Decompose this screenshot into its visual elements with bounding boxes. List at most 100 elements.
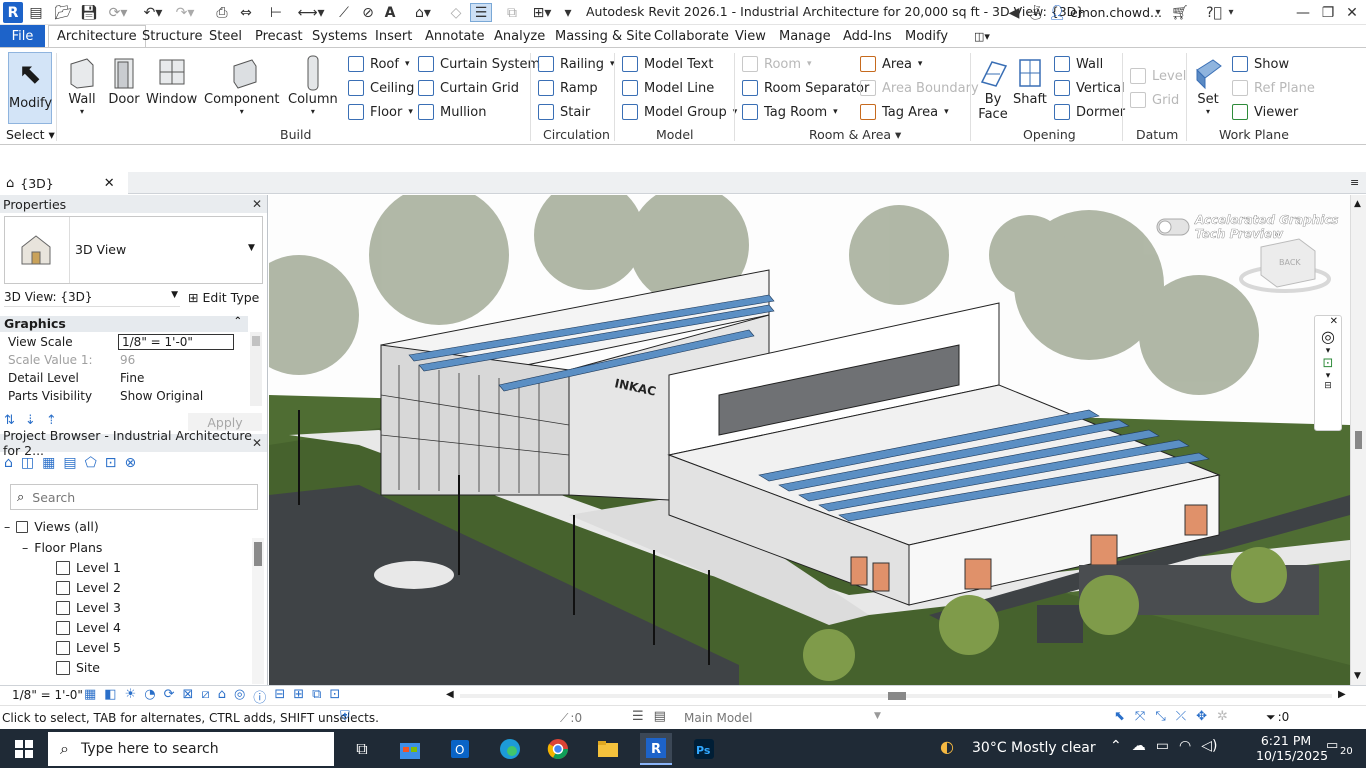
building-model-render[interactable]: INKAC Accelerated Graphics Tech Preview … [269, 195, 1350, 685]
select-links-icon[interactable]: ⬉ [1114, 709, 1125, 724]
text-icon[interactable]: A [380, 3, 400, 22]
edge-icon[interactable] [494, 733, 526, 765]
dormer-button[interactable]: Dormer [1054, 104, 1125, 120]
thin-lines-icon[interactable]: ☰ [470, 3, 492, 22]
modify-button[interactable]: ⬉ Modify [8, 52, 52, 124]
wall-opening-button[interactable]: Wall [1054, 56, 1103, 72]
revit-taskbar-icon[interactable]: R [640, 733, 672, 765]
ramp-button[interactable]: Ramp [538, 80, 598, 96]
tab-structure[interactable]: Structure [142, 25, 202, 47]
tab-file[interactable]: File [0, 25, 45, 47]
set-button[interactable]: Set ▾ [1192, 54, 1224, 116]
prev-icon[interactable]: ◀ [1008, 3, 1020, 22]
worksets-icon[interactable]: ⛨ [340, 709, 350, 724]
tree-level-4[interactable]: Level 4 [56, 620, 121, 635]
browser-group-icon[interactable]: ⊡ [105, 455, 117, 471]
mullion-button[interactable]: Mullion [418, 104, 486, 120]
worksharing-icon[interactable]: ⊞ [293, 687, 304, 706]
steering-wheel-icon[interactable]: ◎ [1315, 327, 1341, 346]
level-button[interactable]: Level [1130, 68, 1186, 84]
user-name[interactable]: emon.chowd... [1070, 5, 1162, 20]
curtain-grid-button[interactable]: Curtain Grid [418, 80, 519, 96]
ref-plane-button[interactable]: Ref Plane [1232, 80, 1315, 96]
wall-button[interactable]: Wall ▾ [66, 54, 98, 116]
detail-level-icon[interactable]: ▦ [84, 687, 96, 706]
room-separator-button[interactable]: Room Separator [742, 80, 869, 96]
switch-windows-icon[interactable]: ⊞▾ [528, 3, 556, 22]
aligned-dimension-icon[interactable]: ⟷▾ [297, 3, 324, 22]
qat-dropdown-icon[interactable]: ▾ [560, 3, 576, 22]
analytical-model-icon[interactable]: ⧉ [312, 687, 321, 706]
by-face-button[interactable]: By Face [977, 54, 1009, 122]
tab-add-ins[interactable]: Add-Ins [843, 25, 892, 47]
component-button[interactable]: Component ▾ [204, 54, 279, 116]
help-dropdown-icon[interactable]: ▾ [1226, 3, 1236, 22]
notifications-button[interactable]: ▭ 20 [1326, 738, 1355, 760]
file-explorer-icon[interactable] [592, 733, 624, 765]
edit-type-button[interactable]: ⊞ Edit Type [188, 290, 259, 305]
tab-modify[interactable]: Modify [905, 25, 948, 47]
close-view-tab-icon[interactable]: ✕ [104, 176, 115, 191]
close-hidden-icon[interactable]: ⧉ [502, 3, 522, 22]
shadows-icon[interactable]: ◔ [144, 687, 155, 706]
open-icon[interactable]: 📂︎ [54, 3, 72, 22]
reveal-hidden-icon[interactable]: ⓘ [253, 687, 266, 706]
browser-schedule-icon[interactable]: ▤ [63, 455, 76, 471]
user-dropdown-icon[interactable]: ▾ [1152, 3, 1164, 22]
windows-start-icon[interactable] [8, 733, 40, 765]
instance-selector[interactable]: 3D View: {3D} ▼ [4, 290, 180, 307]
redo-icon[interactable]: ↷▾ [172, 3, 198, 22]
drag-elements-icon[interactable]: ✥ [1196, 709, 1207, 724]
select-panel-label[interactable]: Select ▾ [6, 127, 55, 142]
close-browser-icon[interactable]: ✕ [252, 436, 262, 450]
visual-style-icon[interactable]: ◧ [104, 687, 116, 706]
window-button[interactable]: Window [146, 54, 197, 107]
measure-icon[interactable]: ⇔ [236, 3, 256, 22]
temporary-view-icon[interactable]: ⊟ [274, 687, 285, 706]
sort-desc-icon[interactable]: ⇡ [46, 413, 57, 428]
home-menu-icon[interactable]: ▤ [28, 3, 44, 22]
model-line-button[interactable]: Model Line [622, 80, 714, 96]
browser-scrollbar[interactable] [252, 538, 264, 684]
show-crop-icon[interactable]: ⧄ [201, 687, 209, 706]
select-pinned-icon[interactable]: ⤡ [1155, 709, 1165, 724]
photoshop-icon[interactable]: Ps [688, 733, 720, 765]
select-by-face-icon[interactable]: ⤫ [1176, 709, 1186, 724]
design-options-icon[interactable]: ▤ [654, 709, 666, 724]
weather-icon[interactable]: ◐ [940, 737, 954, 756]
close-navbar-icon[interactable]: ✕ [1315, 316, 1341, 327]
opening-panel-label[interactable]: Opening [1023, 127, 1076, 142]
tab-view[interactable]: View [735, 25, 766, 47]
grid-button[interactable]: Grid [1130, 92, 1179, 108]
work-plane-panel-label[interactable]: Work Plane [1219, 127, 1289, 142]
floor-button[interactable]: Floor ▾ [348, 104, 413, 120]
design-option-dropdown-icon[interactable]: ▼ [874, 711, 881, 721]
browser-search-input[interactable]: ⌕ Search [10, 484, 258, 510]
background-processes-icon[interactable]: ✲ [1217, 709, 1228, 724]
browser-sheets-icon[interactable]: ▦ [42, 455, 55, 471]
revit-logo-icon[interactable]: R [3, 2, 23, 23]
tray-chevron-icon[interactable]: ⌃ [1110, 738, 1122, 754]
tab-insert[interactable]: Insert [375, 25, 412, 47]
prop-row-parts-visibility[interactable]: Parts Visibility Show Original [0, 387, 236, 405]
save-icon[interactable]: 💾︎ [80, 3, 98, 22]
tree-level-2[interactable]: Level 2 [56, 580, 121, 595]
view-scale-control[interactable]: 1/8" = 1'-0" [12, 688, 83, 702]
tree-site[interactable]: Site [56, 660, 100, 675]
tree-level-1[interactable]: Level 1 [56, 560, 121, 575]
view-scale-input[interactable]: 1/8" = 1'-0" [118, 334, 234, 350]
model-group-button[interactable]: Model Group ▾ [622, 104, 737, 120]
prop-row-view-scale[interactable]: View Scale 1/8" = 1'-0" [0, 333, 236, 351]
ribbon-options-icon[interactable]: ◫▾ [974, 25, 990, 47]
curtain-system-button[interactable]: Curtain System [418, 56, 540, 72]
user-icon[interactable]: 👤︎ [1048, 3, 1066, 22]
close-icon[interactable]: ✕ [1342, 3, 1362, 22]
type-selector[interactable]: 3D View ▼ [4, 216, 263, 284]
circulation-panel-label[interactable]: Circulation [543, 127, 610, 142]
shaft-button[interactable]: Shaft [1013, 54, 1047, 107]
tab-analyze[interactable]: Analyze [494, 25, 545, 47]
vertical-button[interactable]: Vertical [1054, 80, 1125, 96]
selection-count[interactable]: ⟋:0 [560, 711, 582, 726]
tag-area-button[interactable]: Tag Area ▾ [860, 104, 949, 120]
stair-button[interactable]: Stair [538, 104, 590, 120]
